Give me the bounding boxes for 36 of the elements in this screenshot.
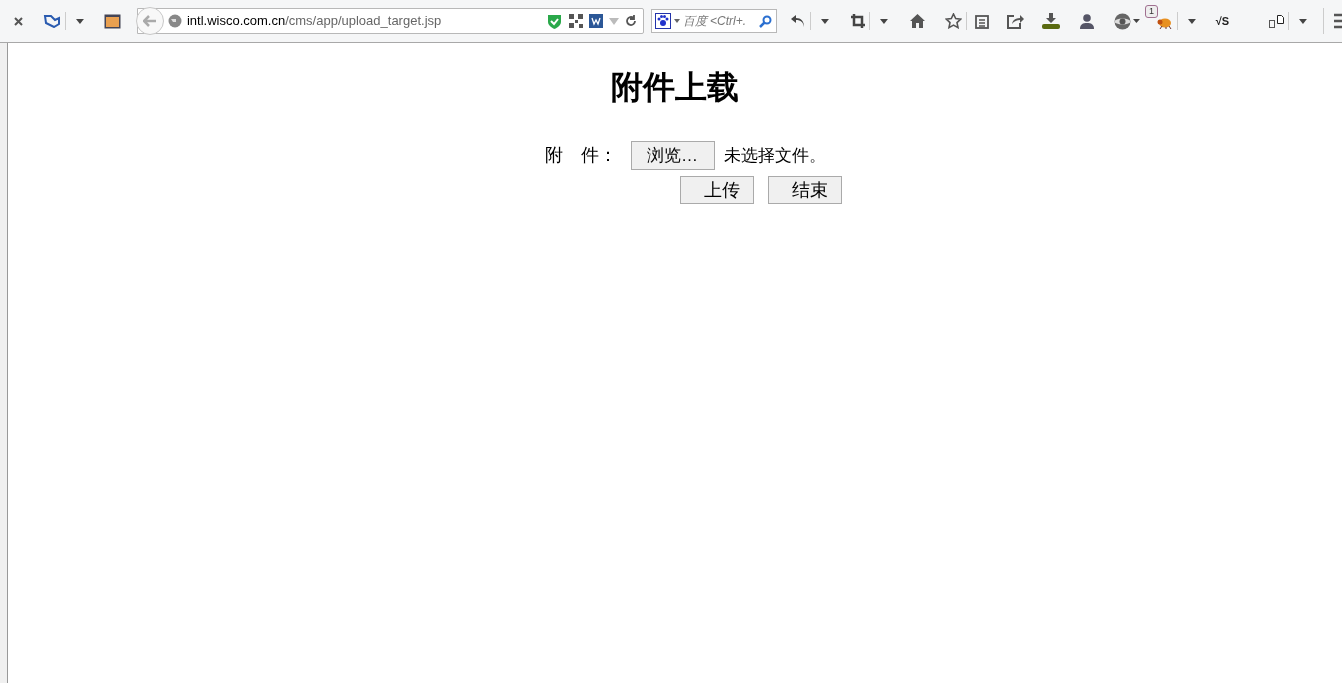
- dropdown-icon[interactable]: [821, 18, 830, 24]
- star-icon[interactable]: [945, 13, 963, 29]
- share-icon[interactable]: [1007, 13, 1025, 29]
- close-icon[interactable]: [14, 16, 23, 26]
- search-icon[interactable]: [758, 14, 772, 28]
- shield-icon[interactable]: [547, 13, 561, 29]
- attachment-label: 附 件：: [544, 144, 617, 167]
- crop-icon[interactable]: [851, 14, 866, 28]
- browse-button[interactable]: 浏览…: [630, 141, 715, 170]
- dropdown-icon[interactable]: [1187, 18, 1196, 24]
- page-title: 附件上载: [611, 71, 739, 103]
- picture-icon[interactable]: [103, 13, 121, 29]
- no-file-text: 未选择文件。: [723, 144, 826, 167]
- qr-code-icon[interactable]: [568, 14, 583, 28]
- dropdown-icon[interactable]: [673, 19, 680, 23]
- form-button[interactable]: 上传: [680, 176, 754, 204]
- search-field[interactable]: 百度 <Ctrl+.: [682, 12, 759, 30]
- bug-icon[interactable]: [1157, 17, 1173, 29]
- page-icon[interactable]: [1269, 14, 1285, 28]
- clipboard-icon[interactable]: [975, 13, 990, 29]
- person-icon[interactable]: [1080, 13, 1095, 29]
- notification-badge: 1: [1145, 5, 1159, 18]
- search-bar[interactable]: 百度 <Ctrl+.: [650, 9, 778, 33]
- home-icon[interactable]: [910, 14, 926, 28]
- form-button[interactable]: 结束: [768, 176, 842, 204]
- dropdown-icon[interactable]: [1133, 19, 1141, 23]
- paw-icon[interactable]: [654, 13, 671, 29]
- script-toggle[interactable]: √S: [1215, 12, 1230, 30]
- dropdown-icon[interactable]: [880, 18, 889, 24]
- reload-icon[interactable]: [624, 15, 637, 27]
- dropdown-icon[interactable]: [76, 18, 84, 24]
- menu-icon[interactable]: [1334, 13, 1342, 29]
- dropdown-icon[interactable]: [1299, 18, 1307, 24]
- download-icon[interactable]: [1042, 13, 1061, 29]
- undo-icon[interactable]: [790, 14, 807, 28]
- word-document-icon[interactable]: [588, 14, 603, 28]
